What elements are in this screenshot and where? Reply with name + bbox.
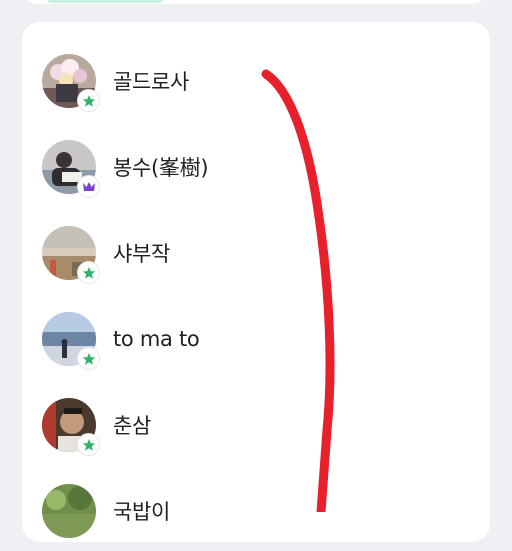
- green-star-icon: [78, 348, 99, 369]
- member-row[interactable]: to ma to: [22, 299, 490, 379]
- green-star-icon: [78, 434, 99, 455]
- member-row[interactable]: 샤부작: [22, 213, 490, 293]
- member-row[interactable]: 봉수(峯樹): [22, 127, 490, 207]
- avatar[interactable]: [42, 226, 99, 283]
- member-name: 골드로사: [113, 70, 190, 94]
- member-row[interactable]: 국밥이: [22, 471, 490, 551]
- green-star-icon: [78, 90, 99, 111]
- green-star-icon: [78, 262, 99, 283]
- member-row[interactable]: 골드로사: [22, 41, 490, 121]
- avatar[interactable]: [42, 484, 96, 538]
- member-name: 샤부작: [113, 242, 171, 266]
- avatar[interactable]: [42, 54, 99, 111]
- avatar[interactable]: [42, 140, 99, 197]
- member-name: 국밥이: [113, 500, 171, 524]
- purple-crown-icon: [78, 176, 99, 197]
- avatar[interactable]: [42, 398, 99, 455]
- member-list-card: 골드로사 봉수(峯樹) 샤부작 to ma to 춘삼 국밥이: [22, 22, 490, 542]
- member-name: to ma to: [113, 327, 200, 351]
- member-name: 봉수(峯樹): [113, 156, 209, 180]
- member-row[interactable]: 춘삼: [22, 385, 490, 465]
- avatar-photo-greenery: [42, 484, 96, 538]
- avatar[interactable]: [42, 312, 99, 369]
- member-name: 춘삼: [113, 414, 152, 438]
- previous-card-tab: [46, 0, 164, 3]
